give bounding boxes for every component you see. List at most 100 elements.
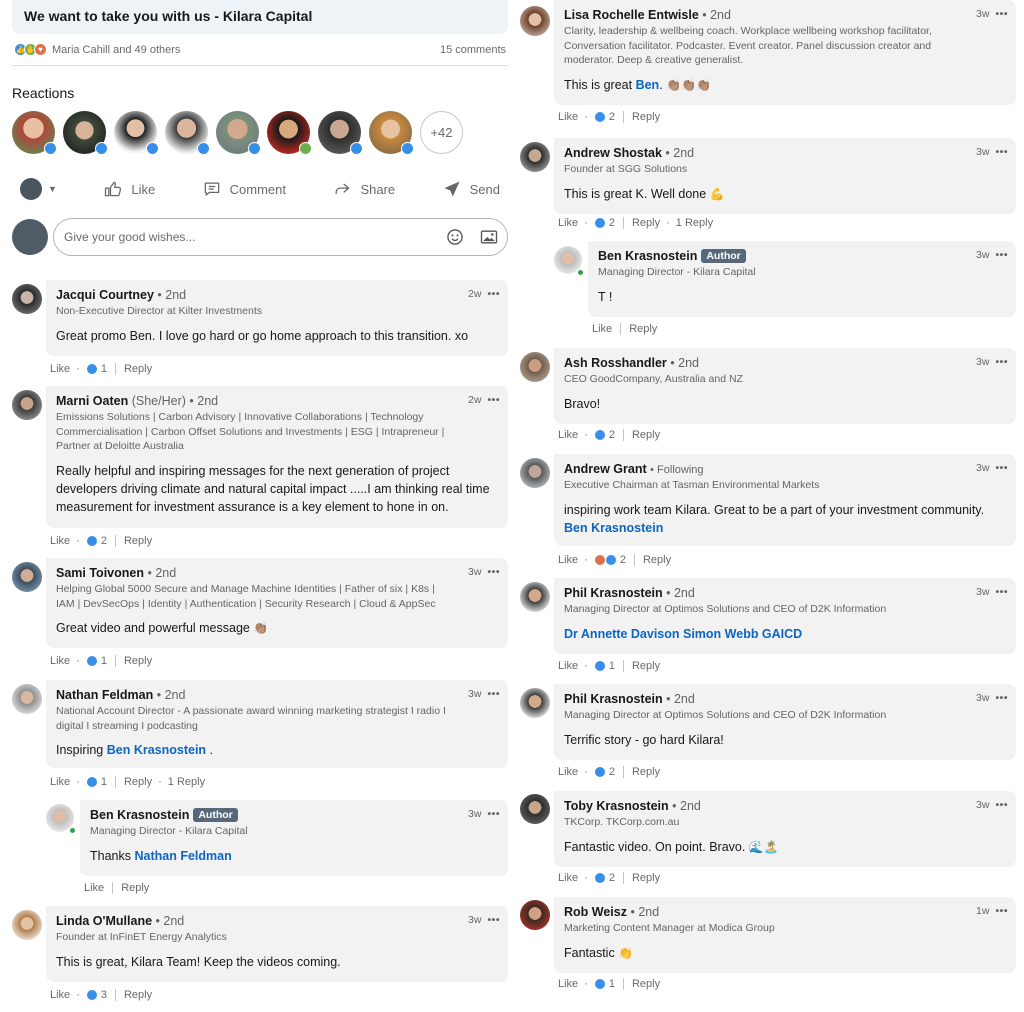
mention-link[interactable]: Ben bbox=[636, 78, 660, 92]
more-reactors-button[interactable]: +42 bbox=[420, 111, 463, 154]
reactions-summary[interactable]: 👍 ✋ ♥ Maria Cahill and 49 others bbox=[14, 43, 180, 56]
comment-reaction-count[interactable]: 2 bbox=[593, 554, 626, 566]
comment-like-button[interactable]: Like bbox=[558, 429, 578, 441]
comment-reply-button[interactable]: Reply bbox=[632, 217, 660, 229]
post-link-title[interactable]: We want to take you with us - Kilara Cap… bbox=[12, 0, 508, 34]
avatar[interactable] bbox=[63, 111, 108, 155]
comment-like-button[interactable]: Like bbox=[50, 363, 70, 375]
comment-reply-button[interactable]: Reply bbox=[124, 989, 152, 1001]
comment-reply-button[interactable]: Reply bbox=[632, 872, 660, 884]
more-options-icon[interactable]: ••• bbox=[995, 356, 1008, 368]
commenter-name-line[interactable]: Rob Weisz • 2nd bbox=[564, 905, 1008, 919]
comment-reply-button[interactable]: Reply bbox=[632, 978, 660, 990]
more-options-icon[interactable]: ••• bbox=[995, 692, 1008, 704]
avatar[interactable] bbox=[520, 794, 550, 824]
avatar[interactable] bbox=[520, 142, 550, 172]
comment-like-button[interactable]: Like bbox=[558, 978, 578, 990]
commenter-name-line[interactable]: Phil Krasnostein • 2nd bbox=[564, 586, 1008, 600]
more-options-icon[interactable]: ••• bbox=[487, 566, 500, 578]
more-options-icon[interactable]: ••• bbox=[995, 8, 1008, 20]
comment-reaction-count[interactable]: 3 bbox=[85, 989, 107, 1001]
comment-like-button[interactable]: Like bbox=[558, 766, 578, 778]
more-options-icon[interactable]: ••• bbox=[995, 462, 1008, 474]
comment-reply-button[interactable]: Reply bbox=[643, 554, 671, 566]
comment-button[interactable]: Comment bbox=[202, 179, 286, 199]
reaction-identity-picker[interactable]: ▼ bbox=[20, 178, 57, 200]
comment-like-button[interactable]: Like bbox=[558, 872, 578, 884]
more-options-icon[interactable]: ••• bbox=[487, 808, 500, 820]
more-options-icon[interactable]: ••• bbox=[995, 905, 1008, 917]
commenter-name-line[interactable]: Marni Oaten (She/Her) • 2nd bbox=[56, 394, 500, 408]
avatar[interactable] bbox=[520, 6, 550, 36]
more-options-icon[interactable]: ••• bbox=[487, 688, 500, 700]
reactors-text[interactable]: Maria Cahill and 49 others bbox=[52, 44, 180, 56]
commenter-name-line[interactable]: Lisa Rochelle Entwisle • 2nd bbox=[564, 8, 1008, 22]
more-options-icon[interactable]: ••• bbox=[487, 288, 500, 300]
avatar[interactable] bbox=[318, 111, 363, 155]
commenter-name-line[interactable]: Andrew Grant • Following bbox=[564, 462, 1008, 476]
commenter-name-line[interactable]: Nathan Feldman • 2nd bbox=[56, 688, 500, 702]
send-button[interactable]: Send bbox=[442, 179, 500, 199]
mention-link[interactable]: Ben Krasnostein bbox=[564, 521, 663, 535]
avatar[interactable] bbox=[520, 900, 550, 930]
commenter-name-line[interactable]: Ben Krasnostein Author bbox=[90, 808, 500, 822]
commenter-name-line[interactable]: Toby Krasnostein • 2nd bbox=[564, 799, 1008, 813]
avatar[interactable] bbox=[165, 111, 210, 155]
comment-like-button[interactable]: Like bbox=[592, 323, 612, 335]
comment-reaction-count[interactable]: 2 bbox=[85, 535, 107, 547]
mention-link[interactable]: Nathan Feldman bbox=[134, 849, 231, 863]
comment-reaction-count[interactable]: 1 bbox=[85, 363, 107, 375]
share-button[interactable]: Share bbox=[332, 179, 395, 199]
avatar[interactable] bbox=[216, 111, 261, 155]
comment-like-button[interactable]: Like bbox=[84, 882, 104, 894]
avatar[interactable] bbox=[12, 684, 42, 714]
comment-reaction-count[interactable]: 1 bbox=[85, 776, 107, 788]
image-icon[interactable] bbox=[479, 227, 499, 247]
mention-link[interactable]: Dr Annette Davison Simon Webb GAICD bbox=[564, 627, 802, 641]
commenter-name-line[interactable]: Linda O'Mullane • 2nd bbox=[56, 914, 500, 928]
comment-reply-button[interactable]: Reply bbox=[632, 766, 660, 778]
commenter-name-line[interactable]: Sami Toivonen • 2nd bbox=[56, 566, 500, 580]
comment-like-button[interactable]: Like bbox=[558, 554, 578, 566]
avatar[interactable] bbox=[12, 562, 42, 592]
mention-link[interactable]: Ben Krasnostein bbox=[107, 743, 206, 757]
comment-input[interactable]: Give your good wishes... bbox=[53, 218, 508, 256]
view-replies-button[interactable]: 1 Reply bbox=[676, 217, 713, 229]
avatar[interactable] bbox=[520, 352, 550, 382]
comment-reply-button[interactable]: Reply bbox=[632, 660, 660, 672]
more-options-icon[interactable]: ••• bbox=[995, 249, 1008, 261]
comment-like-button[interactable]: Like bbox=[558, 217, 578, 229]
comment-reaction-count[interactable]: 2 bbox=[593, 429, 615, 441]
comment-reaction-count[interactable]: 2 bbox=[593, 111, 615, 123]
comment-reply-button[interactable]: Reply bbox=[124, 655, 152, 667]
commenter-name-line[interactable]: Phil Krasnostein • 2nd bbox=[564, 692, 1008, 706]
comment-reaction-count[interactable]: 2 bbox=[593, 217, 615, 229]
comments-count[interactable]: 15 comments bbox=[440, 44, 506, 56]
comment-like-button[interactable]: Like bbox=[558, 111, 578, 123]
more-options-icon[interactable]: ••• bbox=[995, 586, 1008, 598]
commenter-name-line[interactable]: Jacqui Courtney • 2nd bbox=[56, 288, 500, 302]
comment-like-button[interactable]: Like bbox=[50, 989, 70, 1001]
comment-reply-button[interactable]: Reply bbox=[124, 535, 152, 547]
comment-reaction-count[interactable]: 2 bbox=[593, 766, 615, 778]
comment-reaction-count[interactable]: 2 bbox=[593, 872, 615, 884]
comment-reply-button[interactable]: Reply bbox=[629, 323, 657, 335]
comment-reaction-count[interactable]: 1 bbox=[593, 660, 615, 672]
comment-reply-button[interactable]: Reply bbox=[124, 363, 152, 375]
more-options-icon[interactable]: ••• bbox=[487, 394, 500, 406]
comment-like-button[interactable]: Like bbox=[50, 776, 70, 788]
commenter-name-line[interactable]: Ash Rosshandler • 2nd bbox=[564, 356, 1008, 370]
view-replies-button[interactable]: 1 Reply bbox=[168, 776, 205, 788]
comment-like-button[interactable]: Like bbox=[50, 655, 70, 667]
comment-reply-button[interactable]: Reply bbox=[632, 111, 660, 123]
comment-reply-button[interactable]: Reply bbox=[632, 429, 660, 441]
comment-reply-button[interactable]: Reply bbox=[124, 776, 152, 788]
comment-like-button[interactable]: Like bbox=[50, 535, 70, 547]
avatar[interactable] bbox=[369, 111, 414, 155]
avatar[interactable] bbox=[12, 390, 42, 420]
more-options-icon[interactable]: ••• bbox=[487, 914, 500, 926]
more-options-icon[interactable]: ••• bbox=[995, 799, 1008, 811]
commenter-name-line[interactable]: Ben Krasnostein Author bbox=[598, 249, 1008, 263]
avatar[interactable] bbox=[267, 111, 312, 155]
avatar[interactable] bbox=[12, 111, 57, 155]
